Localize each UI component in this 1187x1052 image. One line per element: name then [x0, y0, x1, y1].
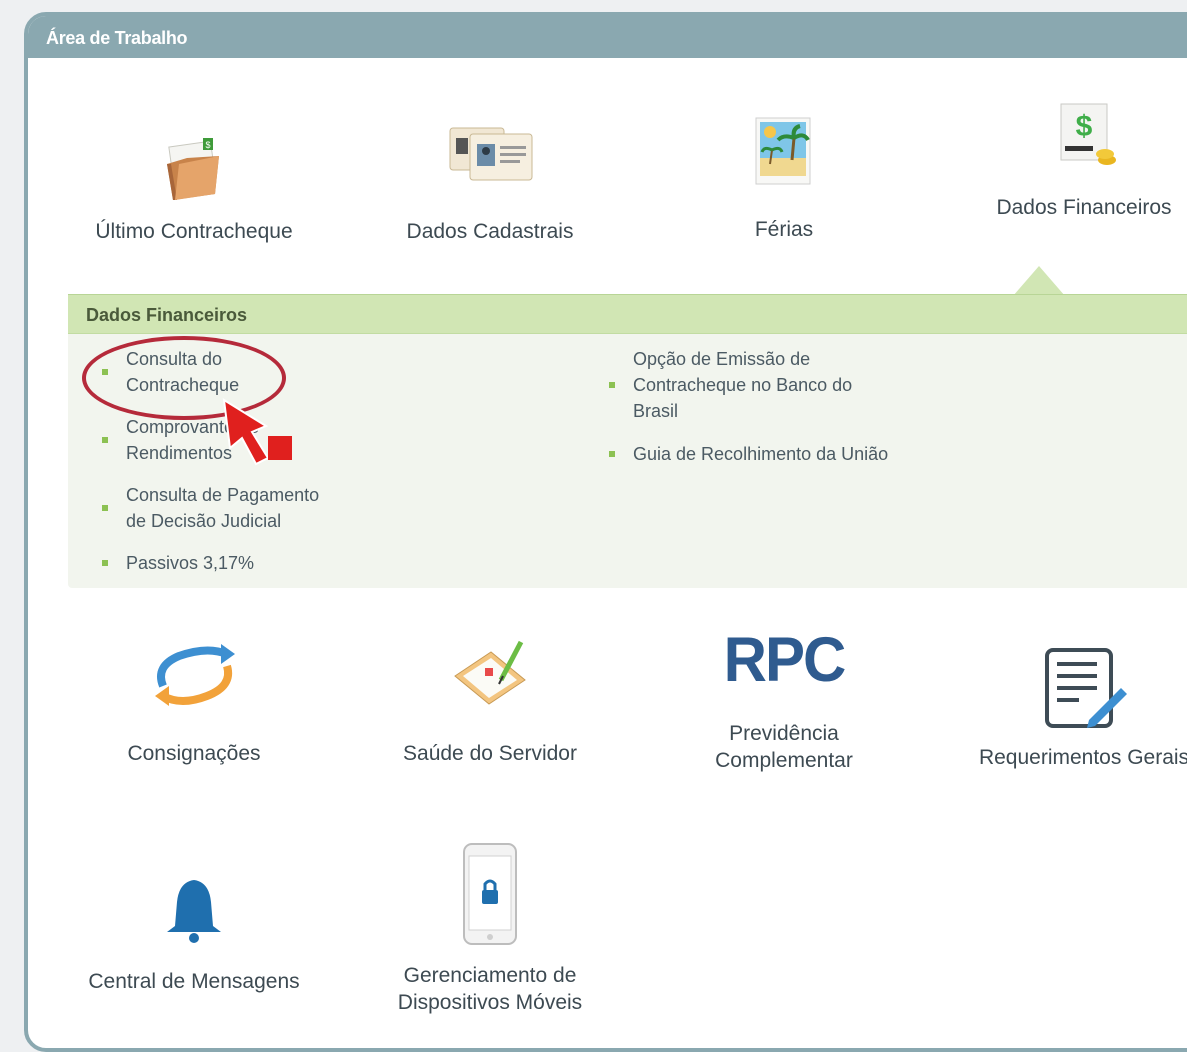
phone-lock-icon — [463, 843, 517, 945]
tile-ferias[interactable]: Férias — [674, 116, 894, 243]
tile-label-line1: Previdência — [729, 722, 839, 745]
beach-photo-icon — [755, 117, 811, 185]
bullet-icon — [102, 505, 108, 511]
tile-label: Dados Financeiros — [996, 196, 1172, 219]
bullet-icon — [609, 451, 615, 457]
tile-central-mensagens[interactable]: Central de Mensagens — [84, 876, 304, 995]
tile-requerimentos-gerais[interactable]: Requerimentos Gerais — [964, 646, 1187, 771]
tile-dados-cadastrais[interactable]: Dados Cadastrais — [380, 116, 600, 245]
dollar-document-icon: $ — [1060, 103, 1116, 165]
folder-money-icon: $ — [167, 138, 219, 200]
submenu-title: Dados Financeiros — [68, 294, 1187, 334]
link-consulta-decisao-judicial[interactable]: Consulta de Pagamento de Decisão Judicia… — [96, 482, 319, 534]
panel-title: Área de Trabalho — [28, 16, 1187, 58]
red-cursor-arrow-icon — [222, 398, 292, 466]
tile-label: Central de Mensagens — [88, 970, 300, 993]
tile-previdencia-complementar[interactable]: RPC Previdência Complementar — [674, 624, 894, 774]
tile-label-line2: Complementar — [715, 749, 853, 772]
tile-label-line1: Gerenciamento de — [403, 964, 577, 987]
tile-dados-financeiros[interactable]: $ Dados Financeiros — [974, 100, 1187, 221]
clipboard-health-icon — [454, 640, 526, 705]
link-passivos[interactable]: Passivos 3,17% — [96, 550, 254, 576]
tile-label-line2: Dispositivos Móveis — [397, 991, 583, 1014]
tile-label: Dados Cadastrais — [406, 220, 574, 243]
tile-label: Saúde do Servidor — [403, 742, 577, 765]
bell-icon — [167, 880, 221, 943]
tile-label: Requerimentos Gerais — [978, 746, 1187, 769]
circular-arrows-icon — [155, 644, 235, 706]
tile-saude-servidor[interactable]: Saúde do Servidor — [380, 636, 600, 767]
svg-text:$: $ — [1076, 110, 1093, 143]
bullet-icon — [102, 437, 108, 443]
tile-label: Consignações — [127, 742, 261, 765]
tile-label: Último Contracheque — [95, 220, 293, 243]
tile-dispositivos-moveis[interactable]: Gerenciamento de Dispositivos Móveis — [380, 842, 600, 1016]
submenu-pointer — [1013, 266, 1065, 296]
bullet-icon — [102, 560, 108, 566]
tile-ultimo-contracheque[interactable]: $ Último Contracheque — [84, 134, 304, 245]
bullet-icon — [609, 382, 615, 388]
id-cards-icon — [449, 127, 533, 181]
edit-document-icon — [1045, 648, 1127, 728]
link-guia-recolhimento[interactable]: Guia de Recolhimento da União — [603, 441, 888, 467]
tile-consignacoes[interactable]: Consignações — [84, 636, 304, 767]
workspace-panel: Área de Trabalho $ Último Contracheque D… — [24, 12, 1187, 1052]
rpc-logo: RPC — [723, 624, 847, 695]
svg-text:$: $ — [205, 140, 210, 150]
tile-label: Férias — [754, 218, 814, 241]
link-opcao-emissao-contracheque[interactable]: Opção de Emissão de Contracheque no Banc… — [603, 346, 852, 424]
